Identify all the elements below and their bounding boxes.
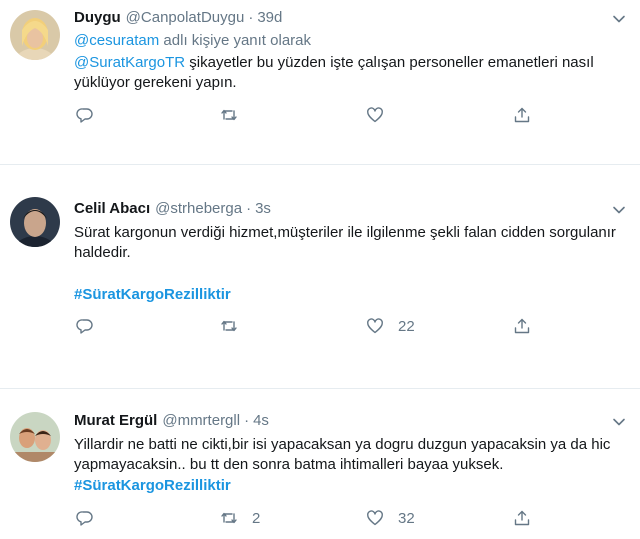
- avatar[interactable]: [10, 10, 60, 60]
- share-button[interactable]: [513, 316, 531, 336]
- reply-context-text: adlı kişiye yanıt olarak: [159, 32, 312, 49]
- like-button[interactable]: 32: [366, 508, 415, 528]
- user-handle[interactable]: @mmrtergll: [162, 412, 240, 429]
- reply-icon: [76, 317, 94, 335]
- share-icon: [513, 317, 531, 335]
- chevron-down-icon[interactable]: [612, 12, 626, 26]
- tweet-actions: 2 32: [74, 508, 544, 528]
- tweet-text: Sürat kargonun verdiği hizmet,müşteriler…: [74, 224, 616, 261]
- chevron-down-icon[interactable]: [612, 203, 626, 217]
- reply-context: @cesuratam adlı kişiye yanıt olarak: [74, 31, 311, 51]
- user-handle[interactable]: @strheberga: [155, 200, 242, 217]
- tweet-divider: [0, 164, 640, 165]
- reply-button[interactable]: [76, 316, 108, 336]
- retweet-icon: [220, 509, 238, 527]
- reply-icon: [76, 509, 94, 527]
- timestamp[interactable]: 39d: [257, 9, 282, 26]
- heart-icon: [366, 509, 384, 527]
- tweet-header: Celil Abacı @strheberga · 3s: [74, 200, 271, 217]
- share-icon: [513, 106, 531, 124]
- separator-dot: ·: [244, 412, 250, 429]
- tweet-actions: 22: [74, 316, 544, 336]
- tweet-header: Duygu @CanpolatDuygu · 39d: [74, 9, 282, 26]
- retweet-icon: [220, 106, 238, 124]
- tweet-murat-ergul[interactable]: Murat Ergül @mmrtergll · 4s Yillardir ne…: [0, 404, 640, 539]
- like-button[interactable]: 22: [366, 316, 415, 336]
- separator-dot: ·: [248, 9, 254, 26]
- retweet-icon: [220, 317, 238, 335]
- chevron-down-icon[interactable]: [612, 415, 626, 429]
- tweet-header: Murat Ergül @mmrtergll · 4s: [74, 412, 269, 429]
- retweet-button[interactable]: [220, 316, 252, 336]
- reply-button[interactable]: [76, 105, 108, 125]
- like-count: 32: [398, 509, 415, 527]
- tweet-text: Yillardir ne batti ne cikti,bir isi yapa…: [74, 436, 611, 473]
- display-name[interactable]: Duygu: [74, 9, 121, 26]
- display-name[interactable]: Murat Ergül: [74, 412, 157, 429]
- retweet-button[interactable]: 2: [220, 508, 260, 528]
- tweet-divider: [0, 388, 640, 389]
- timestamp[interactable]: 4s: [253, 412, 269, 429]
- user-handle[interactable]: @CanpolatDuygu: [126, 9, 245, 26]
- display-name[interactable]: Celil Abacı: [74, 200, 150, 217]
- like-button[interactable]: [366, 105, 398, 125]
- timestamp[interactable]: 3s: [255, 200, 271, 217]
- reply-button[interactable]: [76, 508, 108, 528]
- reply-icon: [76, 106, 94, 124]
- reply-to-link[interactable]: @cesuratam: [74, 32, 159, 49]
- tweet-actions: [74, 105, 544, 125]
- retweet-button[interactable]: [220, 105, 252, 125]
- hashtag-link[interactable]: #SüratKargoRezilliktir: [74, 476, 619, 496]
- share-icon: [513, 509, 531, 527]
- retweet-count: 2: [252, 509, 261, 527]
- heart-icon: [366, 317, 384, 335]
- avatar[interactable]: [10, 197, 60, 247]
- tweet-duygu[interactable]: Duygu @CanpolatDuygu · 39d @cesuratam ad…: [0, 0, 640, 160]
- like-count: 22: [398, 317, 415, 335]
- share-button[interactable]: [513, 508, 531, 528]
- avatar[interactable]: [10, 412, 60, 462]
- share-button[interactable]: [513, 105, 531, 125]
- separator-dot: ·: [246, 200, 252, 217]
- hashtag-link[interactable]: #SüratKargoRezilliktir: [74, 285, 619, 305]
- tweet-celil-abaci[interactable]: Celil Abacı @strheberga · 3s Sürat kargo…: [0, 190, 640, 360]
- mention-link[interactable]: @SuratKargoTR: [74, 54, 185, 71]
- tweet-text: @SuratKargoTR şikayetler bu yüzden işte …: [74, 53, 619, 93]
- heart-icon: [366, 106, 384, 124]
